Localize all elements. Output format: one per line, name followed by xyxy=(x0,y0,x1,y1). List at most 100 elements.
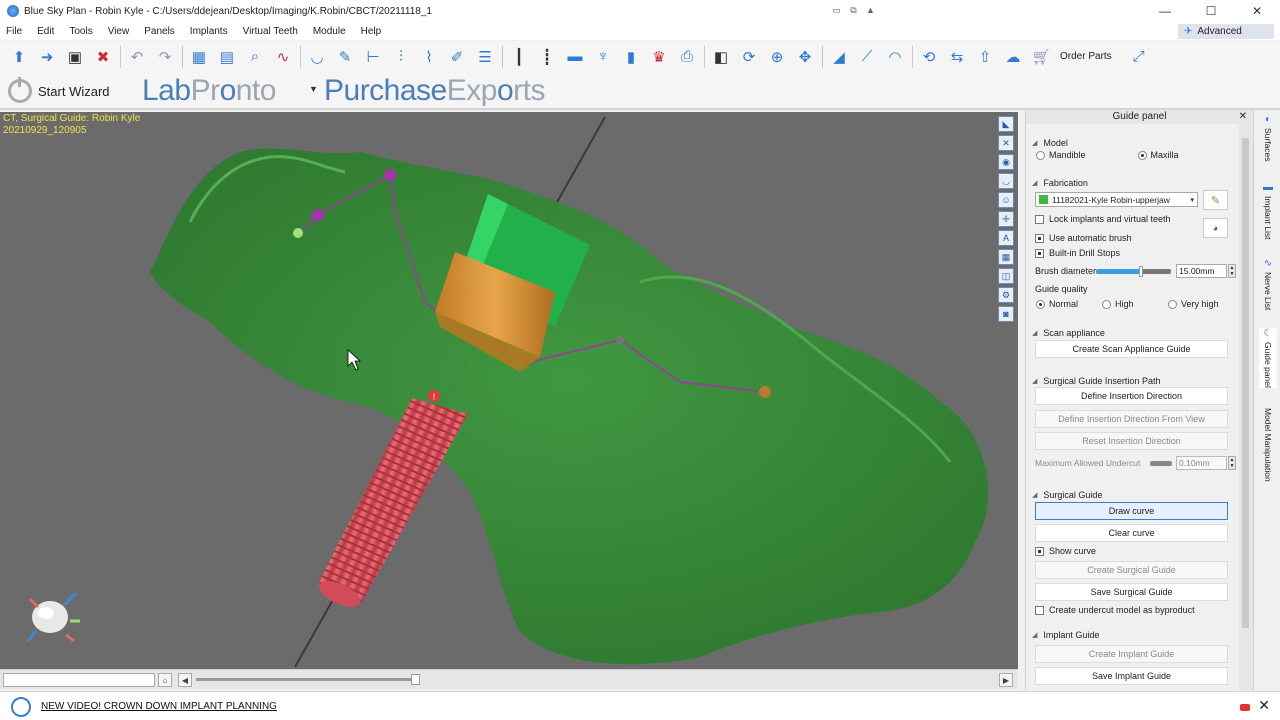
crown-icon[interactable]: ♛ xyxy=(648,46,670,68)
line-icon[interactable]: ⟋ xyxy=(856,46,878,68)
panel-scrollbar[interactable] xyxy=(1239,124,1253,690)
youtube-icon[interactable] xyxy=(1240,704,1250,711)
save-icon[interactable]: ▣ xyxy=(64,46,86,68)
save-surgical-guide-button[interactable]: Save Surgical Guide xyxy=(1035,583,1228,601)
reset-view-icon[interactable]: ⟲ xyxy=(918,46,940,68)
surface-icon[interactable]: ◢ xyxy=(828,46,850,68)
menu-tools[interactable]: Tools xyxy=(69,26,92,37)
minimize-button[interactable]: — xyxy=(1142,0,1188,22)
define-insertion-button[interactable]: Define Insertion Direction xyxy=(1035,387,1228,405)
start-wizard-button[interactable]: Start Wizard xyxy=(8,77,110,103)
ruler-icon[interactable]: ⊢ xyxy=(362,46,384,68)
show-curve-checkbox[interactable]: Show curve xyxy=(1035,546,1096,556)
close-news-icon[interactable]: ✕ xyxy=(1258,697,1270,714)
view-face-icon[interactable]: ☺ xyxy=(998,192,1014,208)
create-scan-appliance-button[interactable]: Create Scan Appliance Guide xyxy=(1035,340,1228,358)
view-select-icon[interactable]: ◣ xyxy=(998,116,1014,132)
sphere-icon[interactable]: ◕ xyxy=(1203,218,1228,238)
define-insertion-from-view-button[interactable]: Define Insertion Direction From View xyxy=(1035,410,1228,428)
view-settings-icon[interactable]: ⚙ xyxy=(998,287,1014,303)
tab-nerve-list[interactable]: ∿ Nerve List xyxy=(1259,258,1277,310)
reset-insertion-button[interactable]: Reset Insertion Direction xyxy=(1035,432,1228,450)
brush-diameter-thumb[interactable] xyxy=(1139,266,1143,277)
menu-edit[interactable]: Edit xyxy=(37,26,54,37)
search-icon[interactable]: ⌕ xyxy=(244,46,266,68)
scroll-thumb[interactable] xyxy=(411,674,420,685)
model-section-header[interactable]: ◢ Model xyxy=(1026,138,1068,148)
view-annotate-icon[interactable]: A xyxy=(998,230,1014,246)
mandible-radio[interactable]: Mandible xyxy=(1036,150,1086,160)
panel-scroll-thumb[interactable] xyxy=(1242,138,1249,628)
menu-view[interactable]: View xyxy=(108,26,130,37)
view-tool-icon[interactable]: ✕ xyxy=(998,135,1014,151)
cloud-icon[interactable]: ☁ xyxy=(1002,46,1024,68)
restore-pane-icon[interactable]: ⧉ xyxy=(847,3,860,17)
nerve-icon[interactable]: ∿ xyxy=(272,46,294,68)
edit-model-icon[interactable]: ✎ xyxy=(1203,190,1228,210)
slices-icon[interactable]: ▤ xyxy=(216,46,238,68)
menu-file[interactable]: File xyxy=(6,26,22,37)
quality-normal-radio[interactable]: Normal xyxy=(1036,299,1078,309)
tab-model-manipulation[interactable]: Model Manipulation xyxy=(1259,408,1277,482)
sleeve-icon[interactable]: ┋ xyxy=(536,46,558,68)
protractor-icon[interactable]: ◠ xyxy=(884,46,906,68)
undercut-model-checkbox[interactable]: Create undercut model as byproduct xyxy=(1035,605,1195,615)
order-parts-label[interactable]: Order Parts xyxy=(1060,51,1112,62)
purchase-exports-logo[interactable]: PurchaseExports xyxy=(324,74,545,108)
drill-icon[interactable]: ┃ xyxy=(508,46,530,68)
slice-combo[interactable] xyxy=(3,673,155,687)
view-top-icon[interactable]: ◉ xyxy=(998,154,1014,170)
zoom-icon[interactable]: ⊕ xyxy=(766,46,788,68)
menu-module[interactable]: Module xyxy=(313,26,346,37)
layout-icon[interactable]: ▦ xyxy=(188,46,210,68)
menu-implants[interactable]: Implants xyxy=(190,26,228,37)
arch-icon[interactable]: ◡ xyxy=(306,46,328,68)
implant-icon[interactable]: ⫶ xyxy=(390,46,412,68)
upload-icon[interactable]: ⇧ xyxy=(974,46,996,68)
swap-icon[interactable]: ⇆ xyxy=(946,46,968,68)
fabrication-section-header[interactable]: ◢ Fabrication xyxy=(1026,178,1088,188)
contrast-icon[interactable]: ◧ xyxy=(710,46,732,68)
minimize-pane-icon[interactable]: ▭ xyxy=(830,3,843,17)
3d-viewport[interactable]: ! CT, Surgical Guide: Robin Kyle 2021092… xyxy=(0,112,1018,669)
draw-curve-button[interactable]: Draw curve xyxy=(1035,502,1228,520)
brush-diameter-slider[interactable] xyxy=(1096,266,1171,277)
fullscreen-icon[interactable]: ⤢ xyxy=(1128,46,1150,68)
surgical-guide-section-header[interactable]: ◢ Surgical Guide xyxy=(1026,490,1102,500)
drill-stops-checkbox[interactable]: Built-in Drill Stops xyxy=(1035,248,1120,258)
tab-implant-list[interactable]: ▬ Implant List xyxy=(1259,182,1277,239)
scroll-track[interactable] xyxy=(196,678,416,681)
quality-high-radio[interactable]: High xyxy=(1102,299,1134,309)
max-undercut-slider[interactable] xyxy=(1150,461,1172,466)
menu-virtual-teeth[interactable]: Virtual Teeth xyxy=(243,26,298,37)
save-implant-guide-button[interactable]: Save Implant Guide xyxy=(1035,667,1228,685)
news-link[interactable]: NEW VIDEO! CROWN DOWN IMPLANT PLANNING xyxy=(41,701,277,712)
auto-brush-checkbox[interactable]: Use automatic brush xyxy=(1035,233,1132,243)
view-bottom-icon[interactable]: ◡ xyxy=(998,173,1014,189)
redo-icon[interactable]: ↷ xyxy=(154,46,176,68)
brush-diameter-input[interactable]: 15.00mm xyxy=(1176,264,1227,278)
menu-panels[interactable]: Panels xyxy=(144,26,175,37)
create-surgical-guide-button[interactable]: Create Surgical Guide xyxy=(1035,561,1228,579)
labpronto-logo[interactable]: LabPronto xyxy=(142,74,276,108)
view-camera-icon[interactable]: ◙ xyxy=(998,306,1014,322)
rotate-icon[interactable]: ⟳ xyxy=(738,46,760,68)
view-box-icon[interactable]: ◫ xyxy=(998,268,1014,284)
tab-surfaces[interactable]: ◐ Surfaces xyxy=(1259,114,1277,162)
scan-appliance-section-header[interactable]: ◢ Scan appliance xyxy=(1026,328,1105,338)
scroll-left-icon[interactable]: ◀ xyxy=(178,673,192,687)
clear-curve-button[interactable]: Clear curve xyxy=(1035,524,1228,542)
model-select[interactable]: 11182021-Kyle Robin-upperjaw ▾ xyxy=(1035,192,1198,207)
abutment-icon[interactable]: ▮ xyxy=(620,46,642,68)
settings-list-icon[interactable]: ☰ xyxy=(474,46,496,68)
collapse-up-icon[interactable]: ▲ xyxy=(864,3,877,17)
implant-guide-section-header[interactable]: ◢ Implant Guide xyxy=(1026,630,1099,640)
pan-icon[interactable]: ✥ xyxy=(794,46,816,68)
scanner-icon[interactable]: ▬ xyxy=(564,46,586,68)
close-file-icon[interactable]: ✖ xyxy=(92,46,114,68)
spin-icon[interactable]: ▲ ▼ xyxy=(1228,264,1236,278)
dropdown-caret-icon[interactable]: ▼ xyxy=(309,84,318,94)
cart-icon[interactable]: 🛒︎ xyxy=(1030,46,1052,68)
create-implant-guide-button[interactable]: Create Implant Guide xyxy=(1035,645,1228,663)
insertion-path-section-header[interactable]: ◢ Surgical Guide Insertion Path xyxy=(1026,376,1160,386)
